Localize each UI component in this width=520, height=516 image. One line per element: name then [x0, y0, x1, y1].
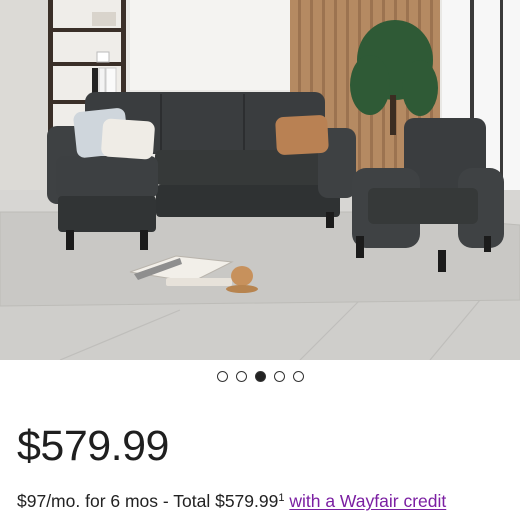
financing-footnote: 1 [278, 492, 285, 504]
carousel-dot-4[interactable] [273, 371, 285, 382]
carousel-dot-2[interactable] [235, 371, 247, 382]
carousel-dot-1[interactable] [216, 371, 228, 382]
carousel-dot-5[interactable] [292, 371, 304, 382]
product-photo [0, 0, 520, 360]
financing-line: $97/mo. for 6 mos - Total $579.991 with … [17, 489, 446, 513]
financing-text: $97/mo. for 6 mos - Total $579.99 [17, 491, 279, 511]
carousel-dot-3[interactable] [254, 371, 266, 382]
image-carousel-indicator [0, 371, 520, 382]
wayfair-credit-link[interactable]: with a Wayfair credit [289, 491, 446, 511]
product-price: $579.99 [17, 422, 169, 470]
product-image[interactable] [0, 0, 520, 360]
